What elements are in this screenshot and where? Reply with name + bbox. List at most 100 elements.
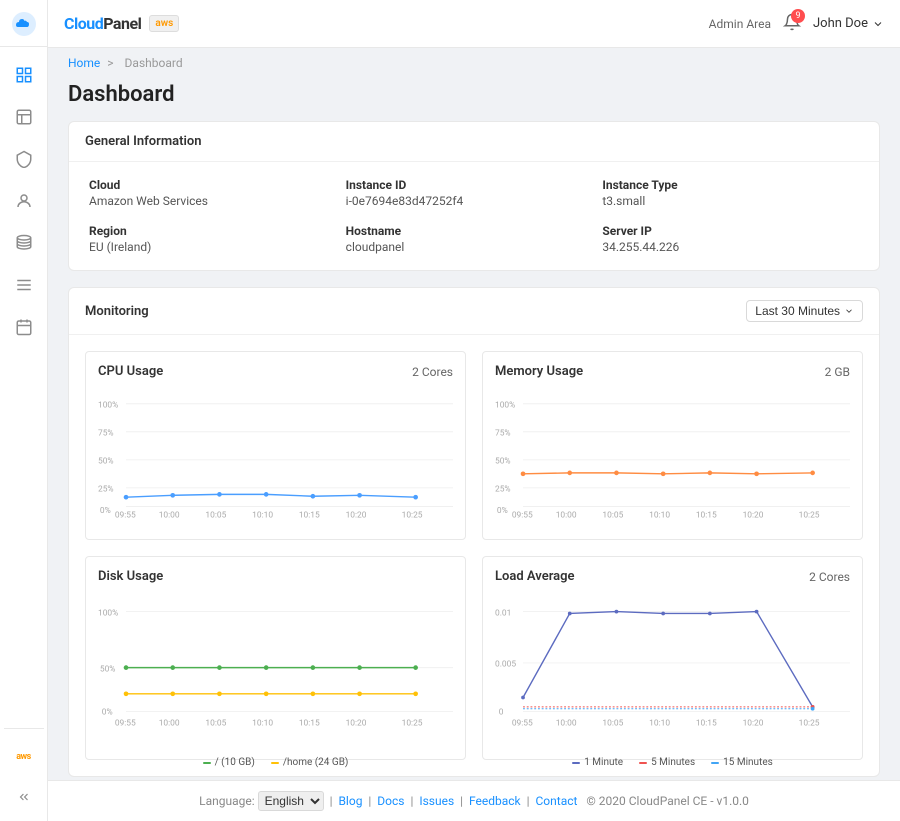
user-menu-button[interactable]: John Doe	[813, 16, 884, 31]
load-y-0: 0	[499, 707, 504, 717]
header-right: Admin Area 9 John Doe	[709, 13, 884, 35]
footer-copyright: © 2020 CloudPanel CE - v1.0.0	[586, 794, 749, 808]
footer-feedback-link[interactable]: Feedback	[469, 794, 521, 808]
disk-root-dot-7	[413, 665, 418, 670]
mem-y-25: 25%	[495, 485, 511, 495]
server-ip-label: Server IP	[602, 224, 859, 238]
admin-area-label: Admin Area	[709, 17, 771, 31]
breadcrumb-home[interactable]: Home	[68, 56, 100, 70]
aws-badge: aws	[149, 15, 179, 32]
info-hostname: Hostname cloudpanel	[346, 224, 603, 254]
info-instance-id: Instance ID i-0e7694e83d47252f4	[346, 178, 603, 208]
notification-button[interactable]: 9	[783, 13, 801, 35]
sidebar-item-users[interactable]	[4, 181, 44, 221]
disk-x-6: 10:20	[346, 719, 367, 729]
user-name: John Doe	[813, 16, 868, 31]
load-x-6: 10:20	[743, 719, 764, 729]
sidebar-item-security[interactable]	[4, 139, 44, 179]
footer-contact-link[interactable]: Contact	[535, 794, 577, 808]
instance-id-value: i-0e7694e83d47252f4	[346, 194, 603, 208]
server-ip-value: 34.255.44.226	[602, 240, 859, 254]
language-label: Language:	[199, 794, 255, 808]
language-select[interactable]: English	[258, 791, 324, 811]
header: CloudPanel aws Admin Area 9 John Doe	[48, 0, 900, 48]
sidebar-item-dashboard[interactable]	[4, 55, 44, 95]
disk-legend-home-dot	[271, 762, 279, 764]
load-x-2: 10:00	[556, 719, 577, 729]
cpu-x-6: 10:20	[346, 511, 367, 521]
load-1-dot-3	[615, 610, 619, 614]
sidebar-item-database[interactable]	[4, 223, 44, 263]
cpu-chart-card: CPU Usage 2 Cores 100% 75% 50% 25% 0%	[85, 351, 466, 540]
info-grid: Cloud Amazon Web Services Instance ID i-…	[69, 162, 879, 270]
disk-home-dot-6	[357, 691, 362, 696]
cpu-dot-2	[170, 493, 175, 498]
mem-x-7: 10:25	[799, 511, 820, 521]
disk-chart-area: 100% 50% 0%	[98, 592, 453, 747]
cloudpanel-logo-icon	[10, 10, 38, 38]
footer-docs-link[interactable]: Docs	[377, 794, 404, 808]
footer-issues-link[interactable]: Issues	[419, 794, 454, 808]
load-5min-dot	[639, 762, 647, 764]
load-y-001: 0.01	[495, 608, 511, 618]
load-1-dot-5	[708, 612, 712, 616]
aws-label: aws	[16, 752, 31, 762]
sidebar: aws	[0, 0, 48, 821]
general-info-card: General Information Cloud Amazon Web Ser…	[68, 121, 880, 271]
cpu-dot-5	[311, 494, 316, 499]
breadcrumb-separator: >	[107, 56, 113, 70]
disk-legend-home-label: /home (24 GB)	[283, 757, 349, 768]
disk-chart-title: Disk Usage	[98, 569, 163, 584]
mem-x-5: 10:15	[696, 511, 717, 521]
memory-chart-subtitle: 2 GB	[825, 365, 850, 379]
content-area: Home > Dashboard Dashboard General Infor…	[48, 48, 900, 780]
region-value: EU (Ireland)	[89, 240, 346, 254]
sidebar-item-cron[interactable]	[4, 307, 44, 347]
notification-badge: 9	[791, 9, 805, 23]
monitoring-header: Monitoring Last 30 Minutes	[69, 288, 879, 335]
instance-id-label: Instance ID	[346, 178, 603, 192]
cpu-x-2: 10:00	[159, 511, 180, 521]
disk-home-dot-4	[264, 691, 269, 696]
cpu-y-100: 100%	[98, 400, 118, 410]
monitoring-title: Monitoring	[85, 304, 149, 319]
sidebar-item-aws[interactable]: aws	[4, 737, 44, 777]
disk-y-50: 50%	[100, 664, 116, 674]
load-15-dot	[811, 707, 815, 711]
cpu-dot-6	[357, 493, 362, 498]
breadcrumb: Home > Dashboard	[48, 48, 900, 78]
mem-y-75: 75%	[495, 429, 511, 439]
load-1-dot-1	[521, 696, 525, 700]
load-x-5: 10:15	[696, 719, 717, 729]
load-legend-15min: 15 Minutes	[711, 757, 773, 768]
load-1-dot-4	[661, 612, 665, 616]
logo-cloud: Cloud	[64, 14, 103, 33]
time-range-dropdown[interactable]: Last 30 Minutes	[746, 300, 863, 322]
sidebar-collapse-button[interactable]	[4, 781, 44, 813]
page-title: Dashboard	[48, 78, 900, 121]
load-legend-5min: 5 Minutes	[639, 757, 695, 768]
breadcrumb-current: Dashboard	[125, 56, 183, 70]
disk-x-2: 10:00	[159, 719, 180, 729]
mem-dot-5	[708, 471, 713, 476]
load-1-dot-2	[568, 612, 572, 616]
mem-x-2: 10:00	[556, 511, 577, 521]
footer-blog-link[interactable]: Blog	[338, 794, 362, 808]
disk-chart-svg: 100% 50% 0%	[98, 592, 453, 747]
load-chart-area: 0.01 0.005 0	[495, 592, 850, 747]
footer: Language: English | Blog | Docs | Issues…	[48, 780, 900, 821]
disk-root-dot-2	[170, 665, 175, 670]
cloud-label: Cloud	[89, 178, 346, 192]
cpu-chart-subtitle: 2 Cores	[412, 365, 453, 379]
cpu-x-7: 10:25	[402, 511, 423, 521]
disk-root-dot-5	[311, 665, 316, 670]
disk-legend: / (10 GB) /home (24 GB)	[98, 757, 453, 768]
disk-home-dot-1	[124, 691, 129, 696]
mem-dot-6	[754, 471, 759, 476]
disk-chart-card: Disk Usage 100% 50% 0%	[85, 556, 466, 760]
load-x-1: 09:55	[512, 719, 533, 729]
sidebar-item-queue[interactable]	[4, 265, 44, 305]
disk-home-dot-3	[217, 691, 222, 696]
sidebar-item-sites[interactable]	[4, 97, 44, 137]
sidebar-logo	[0, 0, 47, 47]
